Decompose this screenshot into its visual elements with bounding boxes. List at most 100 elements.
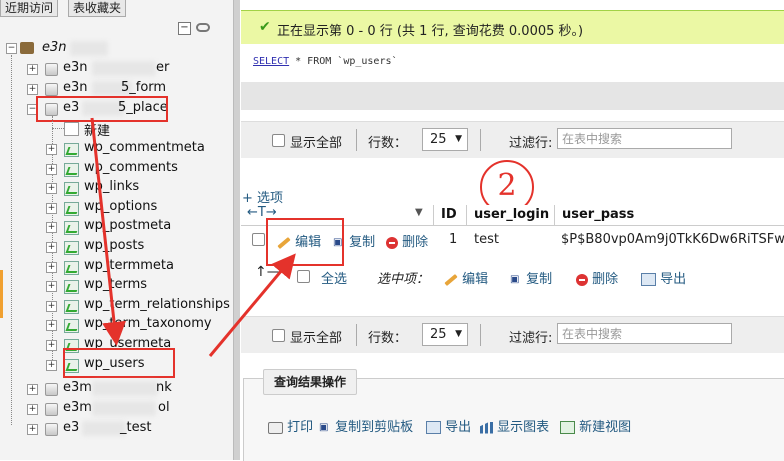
expand-icon[interactable]: + bbox=[46, 300, 57, 312]
navigation-panel: 近期访问 表收藏夹 − − e3n + e3n er + e3n 5_form … bbox=[0, 0, 233, 460]
table-icon bbox=[64, 201, 79, 216]
sidebar-table-wp-links[interactable]: wp_links bbox=[84, 179, 139, 194]
rows-select[interactable]: 25 ▼ bbox=[422, 323, 468, 346]
collapse-icon[interactable]: − bbox=[6, 43, 17, 54]
expand-icon[interactable]: + bbox=[46, 222, 57, 234]
expand-icon[interactable]: + bbox=[46, 281, 57, 293]
select-all-label[interactable]: 全选 bbox=[321, 268, 347, 287]
view-icon bbox=[560, 421, 575, 434]
bulk-edit-button[interactable]: 编辑 bbox=[444, 268, 488, 287]
expand-icon[interactable]: + bbox=[46, 359, 57, 371]
print-link[interactable]: 打印 bbox=[268, 416, 313, 435]
cell-user-pass[interactable]: $P$B80vp0Am9j0TkK6Dw6RiTSFwG bbox=[561, 232, 784, 247]
check-icon: ✔ bbox=[259, 19, 271, 35]
row-delete-button[interactable]: 删除 bbox=[386, 231, 428, 250]
expand-icon[interactable]: + bbox=[46, 163, 57, 175]
tree-item-name[interactable]: e3m bbox=[63, 380, 92, 395]
panel-splitter[interactable] bbox=[233, 0, 240, 460]
expand-icon[interactable]: + bbox=[27, 404, 38, 415]
new-table-icon bbox=[64, 122, 79, 136]
expand-icon[interactable]: + bbox=[46, 320, 57, 332]
tree-item-suffix[interactable]: er bbox=[156, 60, 169, 75]
bulk-copy-label: 复制 bbox=[526, 272, 553, 287]
tree-item-name[interactable]: e3 bbox=[63, 420, 79, 435]
tree-item-name[interactable]: e3n bbox=[63, 60, 88, 75]
server-name[interactable]: e3n bbox=[42, 40, 67, 55]
expand-icon[interactable]: + bbox=[46, 183, 57, 195]
link-icon[interactable] bbox=[196, 23, 210, 32]
tree-item-name[interactable]: e3m bbox=[63, 400, 92, 415]
bulk-delete-button[interactable]: 删除 bbox=[576, 268, 618, 287]
table-db-icon bbox=[45, 423, 58, 436]
expand-icon[interactable]: + bbox=[27, 384, 38, 395]
column-header-user-login[interactable]: user_login bbox=[474, 207, 549, 222]
tree-item-suffix[interactable]: 5_form bbox=[121, 80, 166, 95]
expand-icon[interactable]: + bbox=[46, 242, 57, 253]
sidebar-table-wp-term-relationships[interactable]: wp_term_relationships bbox=[84, 297, 230, 312]
new-table-link[interactable]: 新建 bbox=[84, 120, 110, 139]
expand-icon[interactable]: + bbox=[46, 340, 57, 351]
bulk-copy-button[interactable]: ▣ 复制 bbox=[510, 268, 552, 287]
expand-icon[interactable]: + bbox=[27, 84, 38, 95]
bulk-export-label: 导出 bbox=[660, 272, 687, 287]
highlight-box-wp-users bbox=[63, 348, 175, 378]
tree-item-suffix[interactable]: _test bbox=[120, 420, 151, 435]
column-header-user-pass[interactable]: user_pass bbox=[562, 207, 634, 222]
row-checkbox[interactable] bbox=[252, 233, 265, 246]
filter-input[interactable]: 在表中搜索 bbox=[557, 323, 732, 344]
splitter-marker bbox=[0, 270, 3, 318]
sidebar-table-wp-terms[interactable]: wp_terms bbox=[84, 277, 147, 292]
options-link[interactable]: + 选项 bbox=[242, 187, 283, 206]
sidebar-table-wp-posts[interactable]: wp_posts bbox=[84, 238, 144, 253]
delete-icon bbox=[576, 273, 588, 286]
show-all-label[interactable]: 显示全部 bbox=[290, 132, 342, 151]
show-all-checkbox[interactable] bbox=[272, 134, 285, 147]
sidebar-table-wp-termmeta[interactable]: wp_termmeta bbox=[84, 258, 174, 273]
sql-keyword[interactable]: SELECT bbox=[253, 56, 289, 67]
show-all-label[interactable]: 显示全部 bbox=[290, 327, 342, 346]
export-link[interactable]: 导出 bbox=[426, 416, 471, 435]
printer-icon bbox=[268, 421, 283, 434]
show-all-checkbox[interactable] bbox=[272, 329, 285, 342]
bulk-export-button[interactable]: 导出 bbox=[641, 268, 686, 287]
table-icon bbox=[64, 221, 79, 236]
tree-item-suffix[interactable]: ol bbox=[158, 400, 170, 415]
cell-user-login[interactable]: test bbox=[474, 232, 499, 247]
create-view-link[interactable]: 新建视图 bbox=[560, 416, 631, 435]
divider bbox=[554, 205, 555, 225]
tree-item-suffix[interactable]: nk bbox=[156, 380, 172, 395]
table-icon bbox=[64, 260, 79, 275]
display-chart-label: 显示图表 bbox=[497, 420, 550, 435]
filter-label: 过滤行: bbox=[509, 136, 553, 151]
chevron-down-icon: ▼ bbox=[455, 134, 462, 144]
expand-icon[interactable]: + bbox=[46, 144, 57, 155]
sidebar-table-wp-postmeta[interactable]: wp_postmeta bbox=[84, 218, 171, 233]
display-chart-link[interactable]: 显示图表 bbox=[480, 416, 549, 435]
tab-favorites[interactable]: 表收藏夹 bbox=[68, 0, 127, 17]
sidebar-table-wp-term-taxonomy[interactable]: wp_term_taxonomy bbox=[84, 316, 212, 331]
expand-icon[interactable]: + bbox=[27, 424, 38, 435]
export-icon bbox=[641, 273, 656, 286]
copy-clipboard-link[interactable]: ▣ 复制到剪贴板 bbox=[319, 416, 413, 435]
sidebar-table-wp-options[interactable]: wp_options bbox=[84, 199, 157, 214]
rows-label: 行数： bbox=[368, 136, 408, 151]
row-delete-label: 删除 bbox=[402, 235, 429, 250]
filter-input[interactable]: 在表中搜索 bbox=[557, 128, 732, 149]
table-icon bbox=[64, 319, 79, 334]
tree-item-name[interactable]: e3n bbox=[63, 80, 88, 95]
rows-select[interactable]: 25 ▼ bbox=[422, 128, 468, 151]
expand-icon[interactable]: + bbox=[46, 261, 57, 273]
export-label: 导出 bbox=[445, 420, 472, 435]
sidebar-table-wp-commentmeta[interactable]: wp_commentmeta bbox=[84, 140, 205, 155]
cell-id[interactable]: 1 bbox=[449, 232, 457, 247]
table-icon bbox=[64, 143, 79, 157]
collapse-all-icon[interactable]: − bbox=[178, 22, 191, 35]
expand-icon[interactable]: + bbox=[27, 64, 38, 75]
sidebar-table-wp-comments[interactable]: wp_comments bbox=[84, 160, 178, 175]
expand-icon[interactable]: + bbox=[46, 202, 57, 214]
column-header-id[interactable]: ID bbox=[441, 207, 457, 222]
select-all-checkbox[interactable] bbox=[297, 270, 310, 283]
chevron-down-icon: ▼ bbox=[455, 329, 462, 339]
tab-recent[interactable]: 近期访问 bbox=[0, 0, 59, 17]
sort-dropdown-icon[interactable]: ▼ bbox=[415, 207, 423, 218]
